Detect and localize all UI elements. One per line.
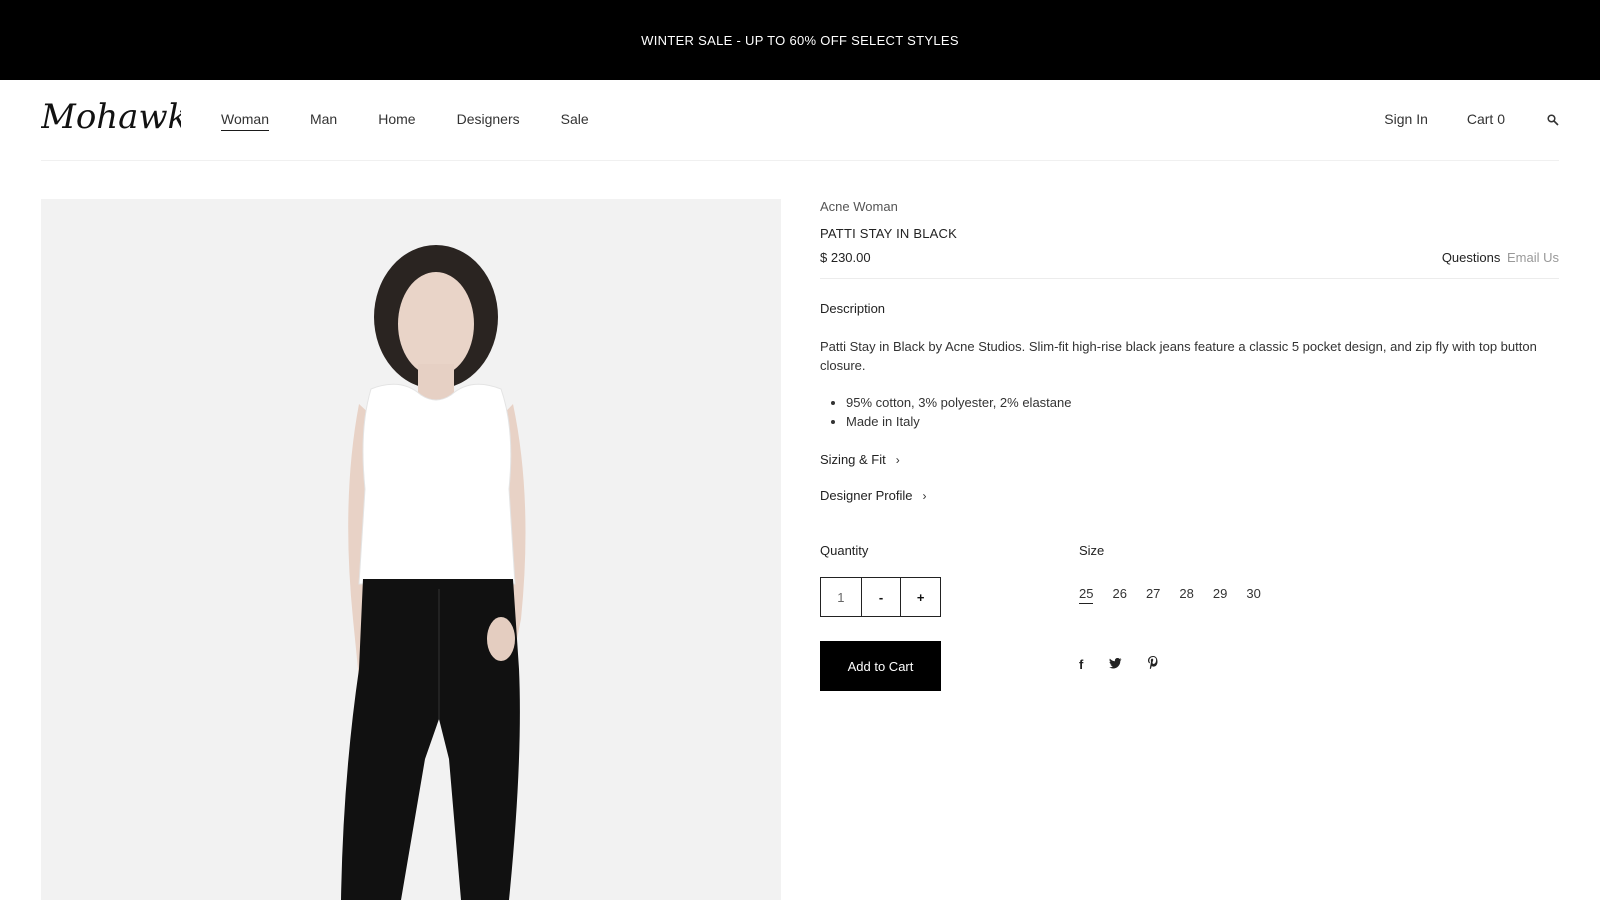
cart-link[interactable]: Cart 0: [1467, 111, 1505, 127]
size-option-26[interactable]: 26: [1112, 586, 1126, 604]
size-option-27[interactable]: 27: [1146, 586, 1160, 604]
details-list: 95% cotton, 3% polyester, 2% elastane Ma…: [820, 393, 1559, 431]
search-icon[interactable]: [1547, 113, 1559, 126]
nav-woman[interactable]: Woman: [221, 111, 269, 131]
social-share: f: [1079, 656, 1184, 672]
sizing-fit-label: Sizing & Fit: [820, 452, 886, 467]
size-option-25[interactable]: 25: [1079, 586, 1094, 604]
quantity-input[interactable]: 1: [821, 578, 861, 616]
nav-man[interactable]: Man: [310, 111, 337, 131]
increase-quantity-button[interactable]: +: [900, 578, 940, 616]
quantity-label: Quantity: [820, 543, 869, 558]
list-item: 95% cotton, 3% polyester, 2% elastane: [846, 393, 1559, 412]
designer-profile-label: Designer Profile: [820, 488, 913, 503]
product-brand[interactable]: Acne Woman: [820, 199, 1559, 214]
size-option-30[interactable]: 30: [1246, 586, 1260, 604]
add-to-cart-button[interactable]: Add to Cart: [820, 641, 941, 691]
main-nav: Woman Man Home Designers Sale: [221, 111, 630, 131]
email-us-link[interactable]: Email Us: [1507, 250, 1559, 265]
size-options: 25 26 27 28 29 30: [1079, 586, 1280, 604]
header-actions: Sign In Cart 0: [1345, 111, 1559, 127]
size-label: Size: [1079, 543, 1105, 558]
promo-banner[interactable]: WINTER SALE - UP TO 60% OFF SELECT STYLE…: [0, 0, 1600, 80]
price-row: $ 230.00 Questions Email Us: [820, 250, 1559, 272]
nav-designers[interactable]: Designers: [457, 111, 520, 131]
questions-contact: Questions Email Us: [1442, 250, 1559, 265]
promo-banner-text: WINTER SALE - UP TO 60% OFF SELECT STYLE…: [641, 32, 959, 48]
product-image[interactable]: [41, 199, 781, 900]
size-option-28[interactable]: 28: [1179, 586, 1193, 604]
sign-in-link[interactable]: Sign In: [1384, 111, 1428, 127]
chevron-right-icon: ›: [922, 488, 927, 503]
facebook-icon[interactable]: f: [1079, 657, 1083, 672]
product-title: PATTI STAY IN BLACK: [820, 226, 957, 241]
divider: [820, 278, 1559, 279]
twitter-icon[interactable]: [1109, 657, 1122, 672]
mohawk-logo[interactable]: Mohawk: [41, 100, 181, 134]
site-header: Mohawk Woman Man Home Designers Sale Sig…: [41, 80, 1559, 161]
svg-text:Mohawk: Mohawk: [41, 100, 181, 134]
chevron-right-icon: ›: [895, 452, 900, 467]
nav-sale[interactable]: Sale: [561, 111, 589, 131]
decrease-quantity-button[interactable]: -: [860, 578, 901, 616]
list-item: Made in Italy: [846, 412, 1559, 431]
size-option-29[interactable]: 29: [1213, 586, 1227, 604]
designer-profile-toggle[interactable]: Designer Profile ›: [820, 488, 1559, 503]
quantity-stepper: 1 - +: [820, 577, 941, 617]
description-text: Patti Stay in Black by Acne Studios. Sli…: [820, 339, 1537, 373]
questions-label: Questions: [1441, 250, 1501, 265]
sizing-fit-toggle[interactable]: Sizing & Fit ›: [820, 452, 1559, 467]
nav-home[interactable]: Home: [378, 111, 415, 131]
description-heading: Description: [820, 301, 886, 316]
product-info: Acne Woman PATTI STAY IN BLACK $ 230.00 …: [820, 199, 1559, 503]
pinterest-icon[interactable]: [1148, 656, 1158, 672]
product-price: $ 230.00: [820, 250, 871, 265]
